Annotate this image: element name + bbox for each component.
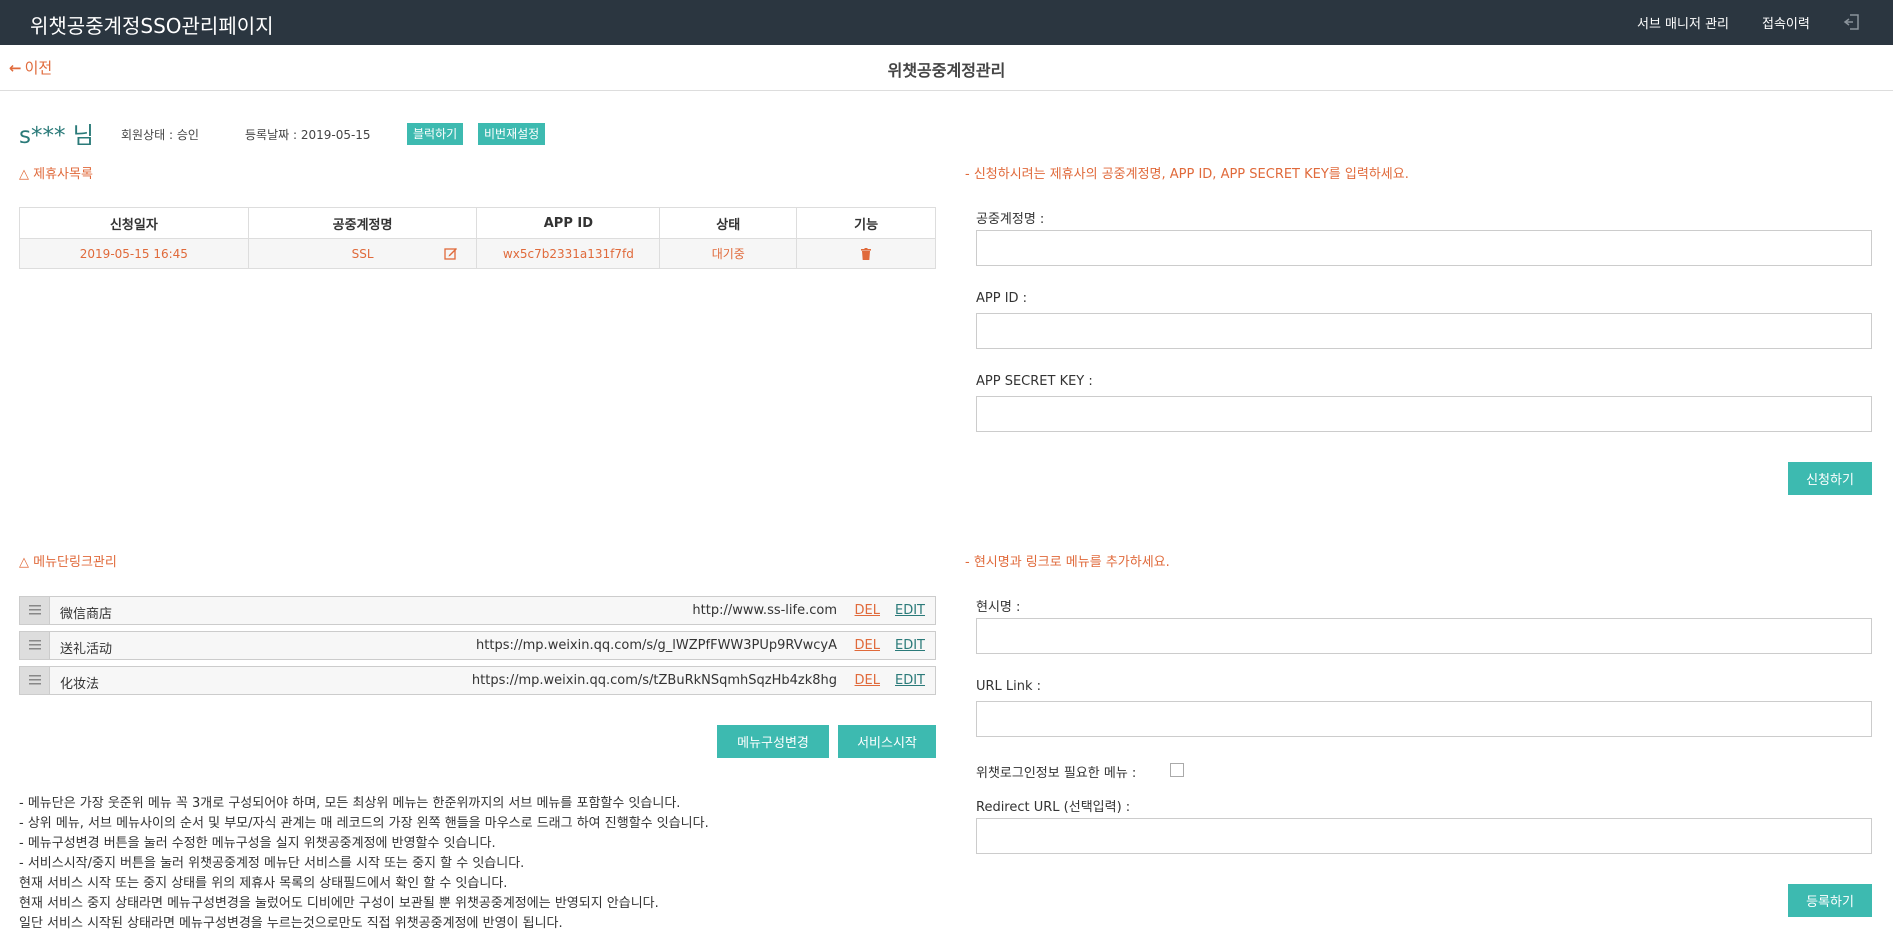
app-id-input[interactable] — [976, 313, 1872, 349]
menu-item-name: 送礼活动 — [60, 642, 113, 657]
note-line: 일단 서비스 시작된 상태라면 메뉴구성변경을 누르는것으로만도 직접 위챗공중… — [19, 916, 563, 931]
menu-item-url: https://mp.weixin.qq.com/s/g_lWZPfFWW3PU… — [476, 638, 837, 653]
logout-icon[interactable] — [1843, 13, 1861, 31]
user-name: s*** 님 — [19, 123, 94, 149]
partners-section-title: △ 제휴사목록 — [19, 167, 93, 182]
cell-status: 대기중 — [659, 238, 798, 269]
url-link-label: URL Link : — [976, 679, 1042, 694]
menu-form-instruction: - 현시명과 링크로 메뉴를 추가하세요. — [965, 555, 1170, 570]
delete-link[interactable]: DEL — [855, 603, 880, 618]
account-name-label: 공중계정명 : — [976, 212, 1045, 227]
register-button[interactable]: 등록하기 — [1788, 884, 1872, 917]
top-navbar: 위챗공중계정SSO관리페이지 서브 매니저 관리 접속이력 — [0, 0, 1893, 45]
register-date: 등록날짜 : 2019-05-15 — [245, 128, 371, 142]
cell-actions — [796, 238, 936, 269]
drag-handle[interactable] — [20, 632, 50, 659]
account-name-input[interactable] — [976, 230, 1872, 266]
cell-app-id: wx5c7b2331a131f7fd — [476, 238, 661, 269]
menu-lines-icon — [29, 605, 41, 615]
note-line: - 메뉴단은 가장 웃준위 메뉴 꼭 3개로 구성되어야 하며, 모든 최상위 … — [19, 796, 681, 811]
reset-password-button[interactable]: 비번재설정 — [478, 123, 546, 145]
block-button[interactable]: 블럭하기 — [407, 123, 464, 145]
menu-item-url: https://mp.weixin.qq.com/s/tZBuRkNSqmhSq… — [471, 673, 837, 688]
column-header: 상태 — [659, 207, 798, 239]
redirect-url-input[interactable] — [976, 818, 1872, 854]
apply-instruction: - 신청하시려는 제휴사의 공중계정명, APP ID, APP SECRET … — [965, 167, 1409, 182]
column-header: 기능 — [796, 207, 936, 239]
cell-date: 2019-05-15 16:45 — [19, 238, 249, 269]
account-name: SSL — [351, 246, 374, 261]
display-name-label: 현시명 : — [976, 600, 1021, 615]
apply-button[interactable]: 신청하기 — [1788, 462, 1872, 495]
edit-link[interactable]: EDIT — [895, 673, 925, 688]
note-line: - 서비스시작/중지 버튼을 눌러 위챗공중계정 메뉴단 서비스를 시작 또는 … — [19, 856, 525, 871]
table-header-row: 신청일자 공중계정명 APP ID 상태 기능 — [19, 207, 936, 239]
app-secret-key-label: APP SECRET KEY : — [976, 374, 1093, 389]
note-line: - 메뉴구성변경 버튼을 눌러 수정한 메뉴구성을 실지 위챗공중계정에 반영할… — [19, 836, 496, 851]
delete-link[interactable]: DEL — [855, 638, 880, 653]
drag-handle[interactable] — [20, 597, 50, 624]
edit-link[interactable]: EDIT — [895, 603, 925, 618]
url-link-input[interactable] — [976, 701, 1872, 737]
login-required-label: 위챗로그인정보 필요한 메뉴 : — [976, 766, 1137, 781]
menu-list-item: 化妆法 https://mp.weixin.qq.com/s/tZBuRkNSq… — [19, 666, 936, 695]
display-name-input[interactable] — [976, 618, 1872, 654]
cell-account: SSL — [247, 238, 478, 269]
menu-list-item: 送礼活动 https://mp.weixin.qq.com/s/g_lWZPfF… — [19, 631, 936, 660]
trash-icon[interactable] — [861, 248, 872, 260]
note-line: 현재 서비스 중지 상태라면 메뉴구성변경을 눌렀어도 디비에만 구성이 보관될… — [19, 896, 659, 911]
delete-link[interactable]: DEL — [855, 673, 880, 688]
login-required-checkbox[interactable] — [1170, 763, 1184, 777]
note-line: - 상위 메뉴, 서브 메뉴사이의 순서 및 부모/자식 관계는 매 레코드의 … — [19, 816, 709, 831]
menu-lines-icon — [29, 675, 41, 685]
edit-link[interactable]: EDIT — [895, 638, 925, 653]
page-title: 위챗공중계정관리 — [887, 61, 1006, 80]
table-row: 2019-05-15 16:45 SSL wx5c7b2331a131f7fd … — [19, 238, 936, 269]
menu-links-section-title: △ 메뉴단링크관리 — [19, 555, 117, 570]
partners-table: 신청일자 공중계정명 APP ID 상태 기능 2019-05-15 16:45… — [19, 207, 936, 269]
member-status: 회원상태 : 승인 — [121, 128, 199, 142]
column-header: 신청일자 — [19, 207, 249, 239]
note-line: 현재 서비스 시작 또는 중지 상태를 위의 제휴사 목록의 상태필드에서 확인… — [19, 876, 508, 891]
menu-change-button[interactable]: 메뉴구성변경 — [717, 725, 829, 758]
app-title: 위챗공중계정SSO관리페이지 — [30, 14, 274, 38]
drag-handle[interactable] — [20, 667, 50, 694]
menu-list-item: 微信商店 http://www.ss-life.com DEL EDIT — [19, 596, 936, 625]
sub-header: ← 이전 위챗공중계정관리 — [0, 45, 1893, 91]
nav-sub-manager-link[interactable]: 서브 매니저 관리 — [1637, 13, 1729, 32]
menu-item-url: http://www.ss-life.com — [692, 603, 837, 618]
menu-item-name: 微信商店 — [60, 607, 113, 622]
app-id-label: APP ID : — [976, 291, 1028, 306]
column-header: 공중계정명 — [247, 207, 478, 239]
edit-icon[interactable] — [444, 247, 458, 260]
redirect-url-label: Redirect URL (선택입력) : — [976, 800, 1131, 815]
column-header: APP ID — [476, 207, 661, 239]
menu-item-name: 化妆法 — [60, 677, 100, 692]
nav-access-history-link[interactable]: 접속이력 — [1762, 13, 1810, 32]
app-secret-key-input[interactable] — [976, 396, 1872, 432]
menu-notes: - 메뉴단은 가장 웃준위 메뉴 꼭 3개로 구성되어야 하며, 모든 최상위 … — [19, 794, 709, 933]
service-start-button[interactable]: 서비스시작 — [838, 725, 936, 758]
menu-lines-icon — [29, 640, 41, 650]
